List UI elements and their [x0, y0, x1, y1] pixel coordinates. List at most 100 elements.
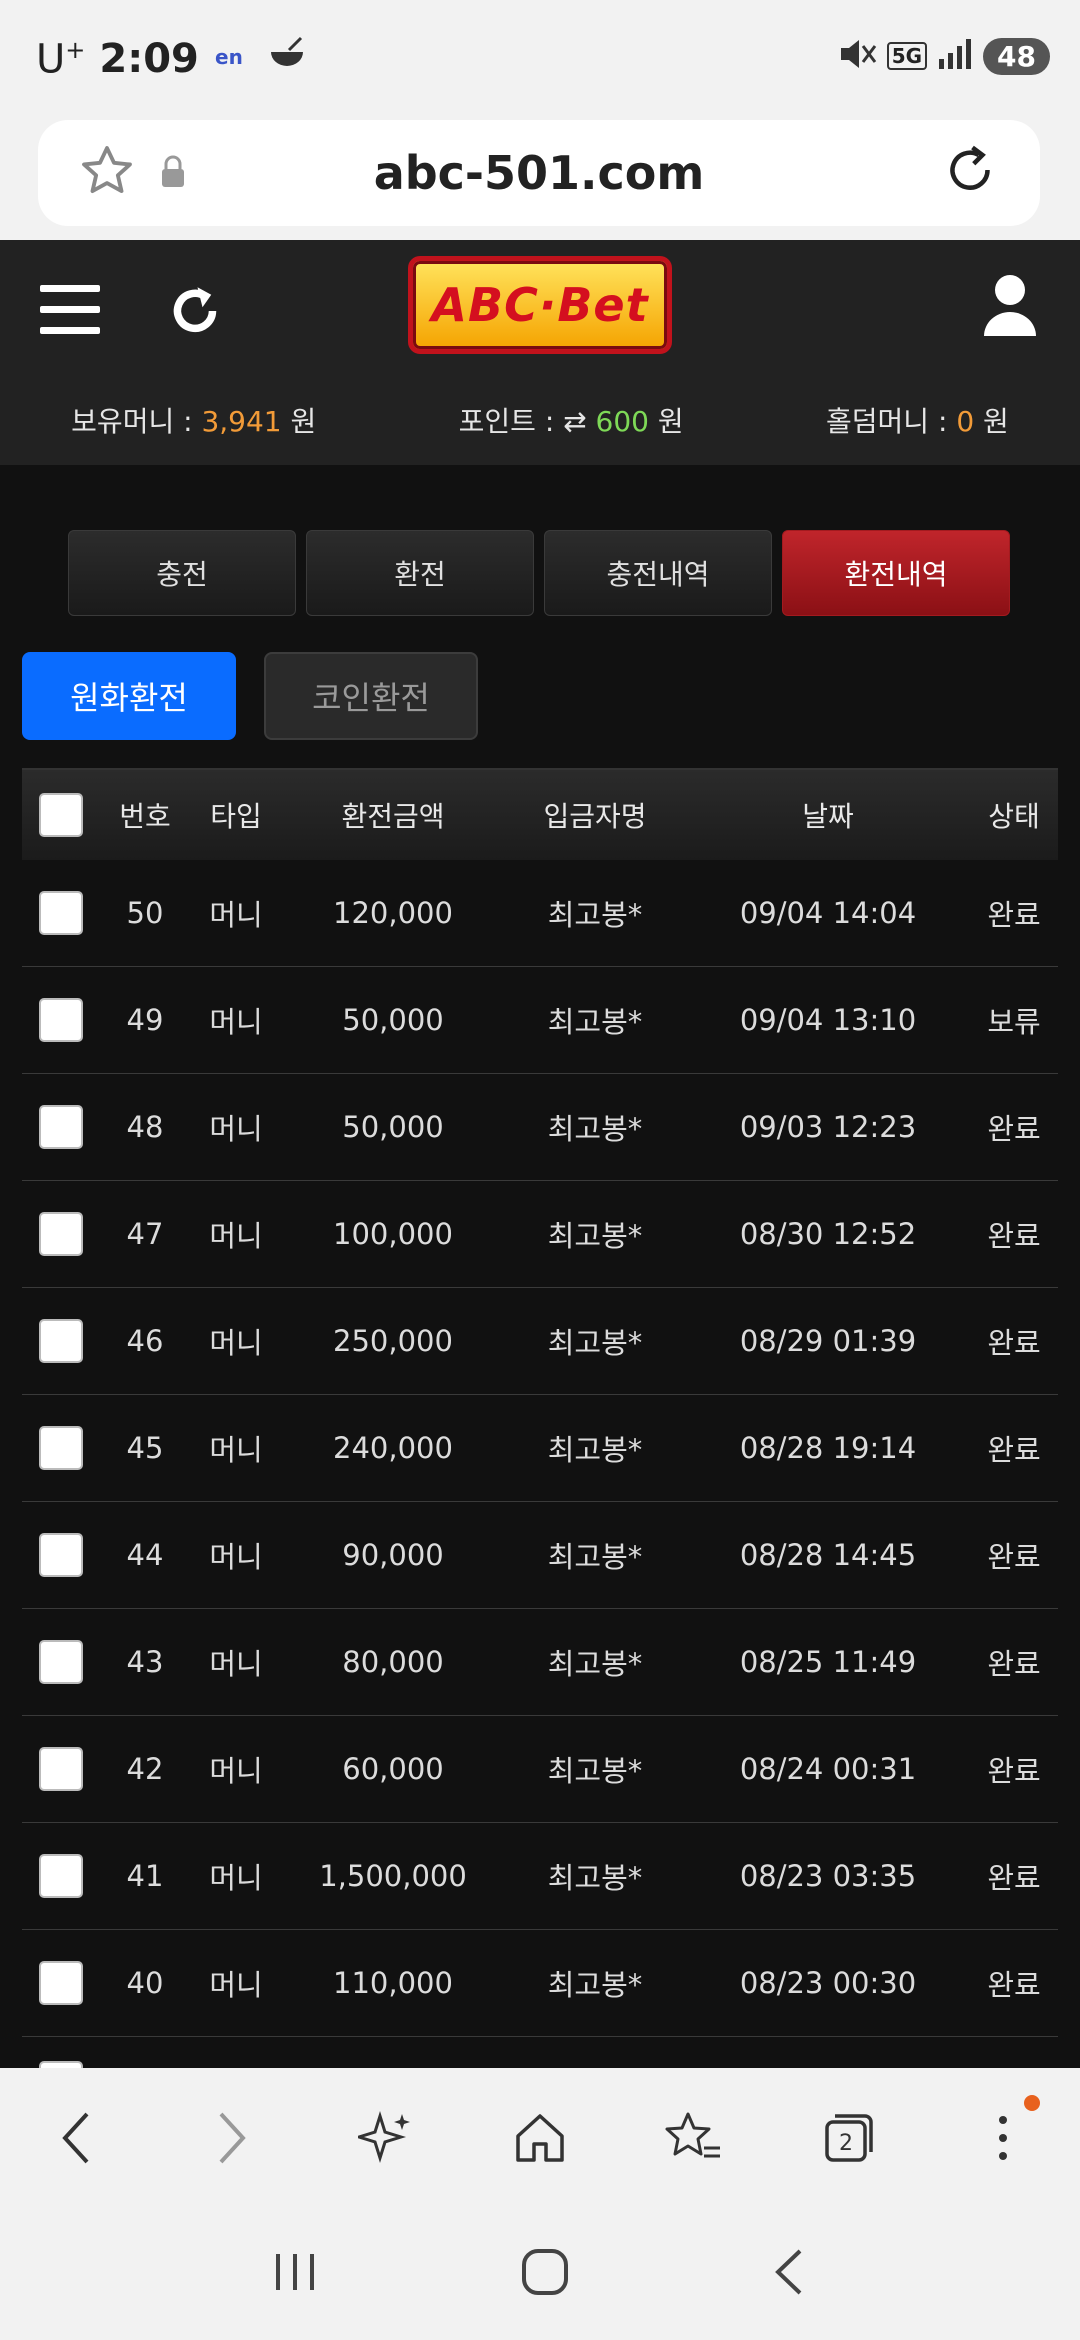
table-row[interactable]: 42 머니 60,000 최고봉* 08/24 00:31 완료 [22, 1716, 1058, 1823]
reload-icon[interactable] [940, 140, 1000, 204]
header-depositor: 입금자명 [543, 800, 647, 833]
row-type: 머니 [209, 898, 263, 932]
row-depositor: 최고봉* [547, 1540, 643, 1574]
main-tabs: 충전 환전 충전내역 환전내역 [68, 530, 1010, 616]
more-icon[interactable] [958, 2093, 1048, 2183]
row-checkbox[interactable] [39, 1747, 83, 1791]
row-depositor: 최고봉* [547, 1219, 643, 1253]
clock: 2:09 [99, 36, 199, 83]
tab-coin-withdraw[interactable]: 코인환전 [264, 652, 478, 740]
row-status: 완료 [987, 1861, 1041, 1895]
sparkle-icon[interactable] [341, 2093, 431, 2183]
row-depositor: 최고봉* [547, 1326, 643, 1360]
row-status: 완료 [987, 1540, 1041, 1574]
row-amount: 100,000 [333, 1217, 453, 1251]
row-checkbox[interactable] [39, 1426, 83, 1470]
tab-withdraw-history[interactable]: 환전내역 [782, 530, 1010, 616]
row-type: 머니 [209, 1861, 263, 1895]
row-depositor: 최고봉* [547, 1861, 643, 1895]
header-type: 타입 [210, 800, 262, 833]
recent-apps-icon[interactable] [270, 2250, 320, 2298]
row-type: 머니 [209, 1005, 263, 1039]
tab-deposit[interactable]: 충전 [68, 530, 296, 616]
tab-withdraw[interactable]: 환전 [306, 530, 534, 616]
row-date: 08/28 19:14 [739, 1431, 917, 1465]
row-amount: 1,500,000 [319, 1859, 467, 1893]
row-number: 42 [126, 1752, 164, 1786]
row-checkbox[interactable] [39, 1854, 83, 1898]
tab-deposit-history[interactable]: 충전내역 [544, 530, 772, 616]
money-balance: 보유머니 : 3,941 원 [71, 405, 317, 438]
tab-krw-withdraw[interactable]: 원화환전 [22, 652, 236, 740]
bowl-notification-icon [267, 36, 307, 82]
exchange-icon: ⇄ [563, 405, 596, 438]
forward-icon[interactable] [186, 2093, 276, 2183]
row-status: 완료 [987, 1433, 1041, 1467]
row-amount: 50,000 [342, 1110, 444, 1144]
mute-icon [837, 36, 877, 76]
row-depositor: 최고봉* [547, 1005, 643, 1039]
row-depositor: 최고봉* [547, 1112, 643, 1146]
site-header: ABC·Bet 보유머니 : 3,941 원 포인트 : ⇄ 600 원 홀덤머… [0, 240, 1080, 465]
table-row[interactable]: 43 머니 80,000 최고봉* 08/25 11:49 완료 [22, 1609, 1058, 1716]
row-checkbox[interactable] [39, 998, 83, 1042]
row-type: 머니 [209, 1540, 263, 1574]
address-bar[interactable]: abc-501.com [38, 120, 1040, 226]
table-row[interactable]: 46 머니 250,000 최고봉* 08/29 01:39 완료 [22, 1288, 1058, 1395]
system-back-icon[interactable] [770, 2247, 810, 2301]
row-checkbox[interactable] [39, 1533, 83, 1577]
row-amount: 80,000 [342, 1645, 444, 1679]
browser-bottom-nav: 2 [0, 2068, 1080, 2208]
row-depositor: 최고봉* [547, 1433, 643, 1467]
header-date: 날짜 [802, 800, 854, 833]
row-amount: 90,000 [342, 1538, 444, 1572]
row-type: 머니 [209, 1754, 263, 1788]
table-row[interactable]: 47 머니 100,000 최고봉* 08/30 12:52 완료 [22, 1181, 1058, 1288]
row-date: 09/04 14:04 [739, 896, 917, 930]
back-icon[interactable] [32, 2093, 122, 2183]
row-checkbox[interactable] [39, 891, 83, 935]
holdem-balance: 홀덤머니 : 0 원 [826, 405, 1009, 438]
home-button-icon[interactable] [520, 2247, 570, 2301]
point-balance[interactable]: 포인트 : ⇄ 600 원 [459, 400, 684, 440]
row-date: 09/04 13:10 [739, 1003, 917, 1037]
home-icon[interactable] [495, 2093, 585, 2183]
row-checkbox[interactable] [39, 1640, 83, 1684]
table-row[interactable]: 40 머니 110,000 최고봉* 08/23 00:30 완료 [22, 1930, 1058, 2037]
table-body: 50 머니 120,000 최고봉* 09/04 14:04 완료 49 머니 50,000 최고… [22, 860, 1058, 2037]
row-number: 40 [126, 1966, 164, 2000]
row-number: 45 [126, 1431, 164, 1465]
table-row[interactable]: 48 머니 50,000 최고봉* 09/03 12:23 완료 [22, 1074, 1058, 1181]
select-all-checkbox[interactable] [39, 793, 83, 837]
row-type: 머니 [209, 1326, 263, 1360]
row-status: 보류 [987, 1005, 1041, 1039]
table-row[interactable]: 45 머니 240,000 최고봉* 08/28 19:14 완료 [22, 1395, 1058, 1502]
row-checkbox[interactable] [39, 1961, 83, 2005]
row-checkbox[interactable] [39, 1105, 83, 1149]
row-status: 완료 [987, 1754, 1041, 1788]
row-number: 41 [126, 1859, 164, 1893]
table-row[interactable]: 41 머니 1,500,000 최고봉* 08/23 03:35 완료 [22, 1823, 1058, 1930]
network-5g-icon: 5G [886, 42, 928, 70]
row-checkbox[interactable] [39, 1319, 83, 1363]
row-checkbox[interactable] [39, 1212, 83, 1256]
refresh-icon[interactable] [165, 280, 225, 346]
row-status: 완료 [987, 1326, 1041, 1360]
menu-icon[interactable] [40, 285, 100, 335]
header-amount: 환전금액 [341, 800, 445, 833]
row-depositor: 최고봉* [547, 1647, 643, 1681]
row-amount: 60,000 [342, 1752, 444, 1786]
withdraw-history-table: 번호 타입 환전금액 입금자명 날짜 상태 50 머니 120,000 최고봉* 09/… [22, 768, 1058, 2077]
row-date: 09/03 12:23 [739, 1110, 917, 1144]
row-amount: 240,000 [333, 1431, 453, 1465]
bookmarks-icon[interactable] [649, 2093, 739, 2183]
table-row[interactable]: 50 머니 120,000 최고봉* 09/04 14:04 완료 [22, 860, 1058, 967]
sub-tabs: 원화환전 코인환전 [22, 652, 478, 740]
site-logo[interactable]: ABC·Bet [408, 256, 672, 354]
row-status: 완료 [987, 1112, 1041, 1146]
tabs-icon[interactable]: 2 [804, 2093, 894, 2183]
user-icon[interactable] [980, 272, 1040, 342]
table-row[interactable]: 49 머니 50,000 최고봉* 09/04 13:10 보류 [22, 967, 1058, 1074]
svg-text:2: 2 [839, 2131, 853, 2156]
table-row[interactable]: 44 머니 90,000 최고봉* 08/28 14:45 완료 [22, 1502, 1058, 1609]
